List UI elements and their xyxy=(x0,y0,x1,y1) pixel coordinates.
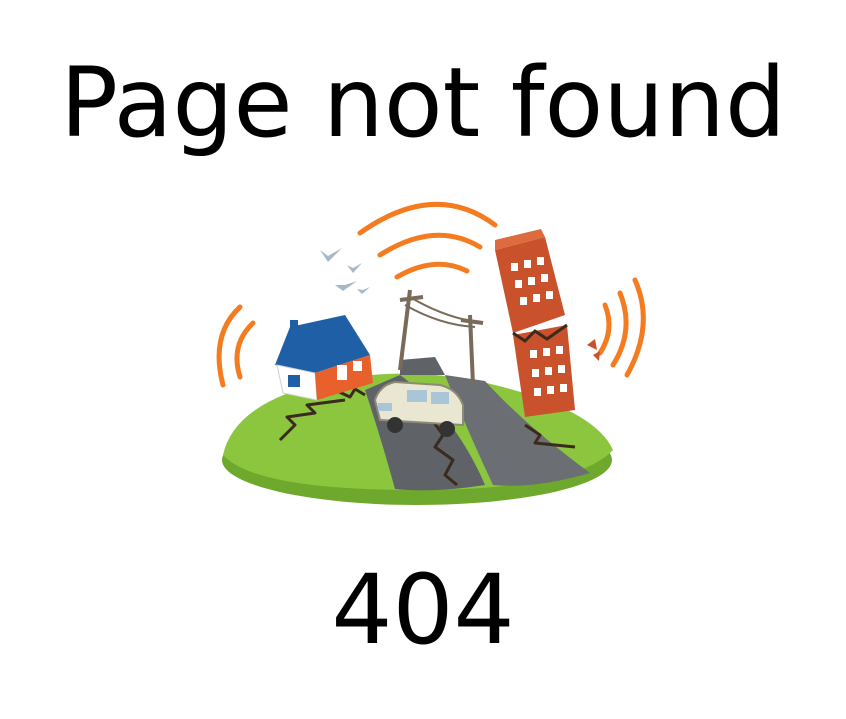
birds-icon xyxy=(320,248,370,294)
earthquake-illustration xyxy=(195,185,655,515)
house-icon xyxy=(275,315,373,401)
building-icon xyxy=(495,229,600,417)
page-title: Page not found xyxy=(60,47,786,159)
error-code: 404 xyxy=(331,554,515,666)
